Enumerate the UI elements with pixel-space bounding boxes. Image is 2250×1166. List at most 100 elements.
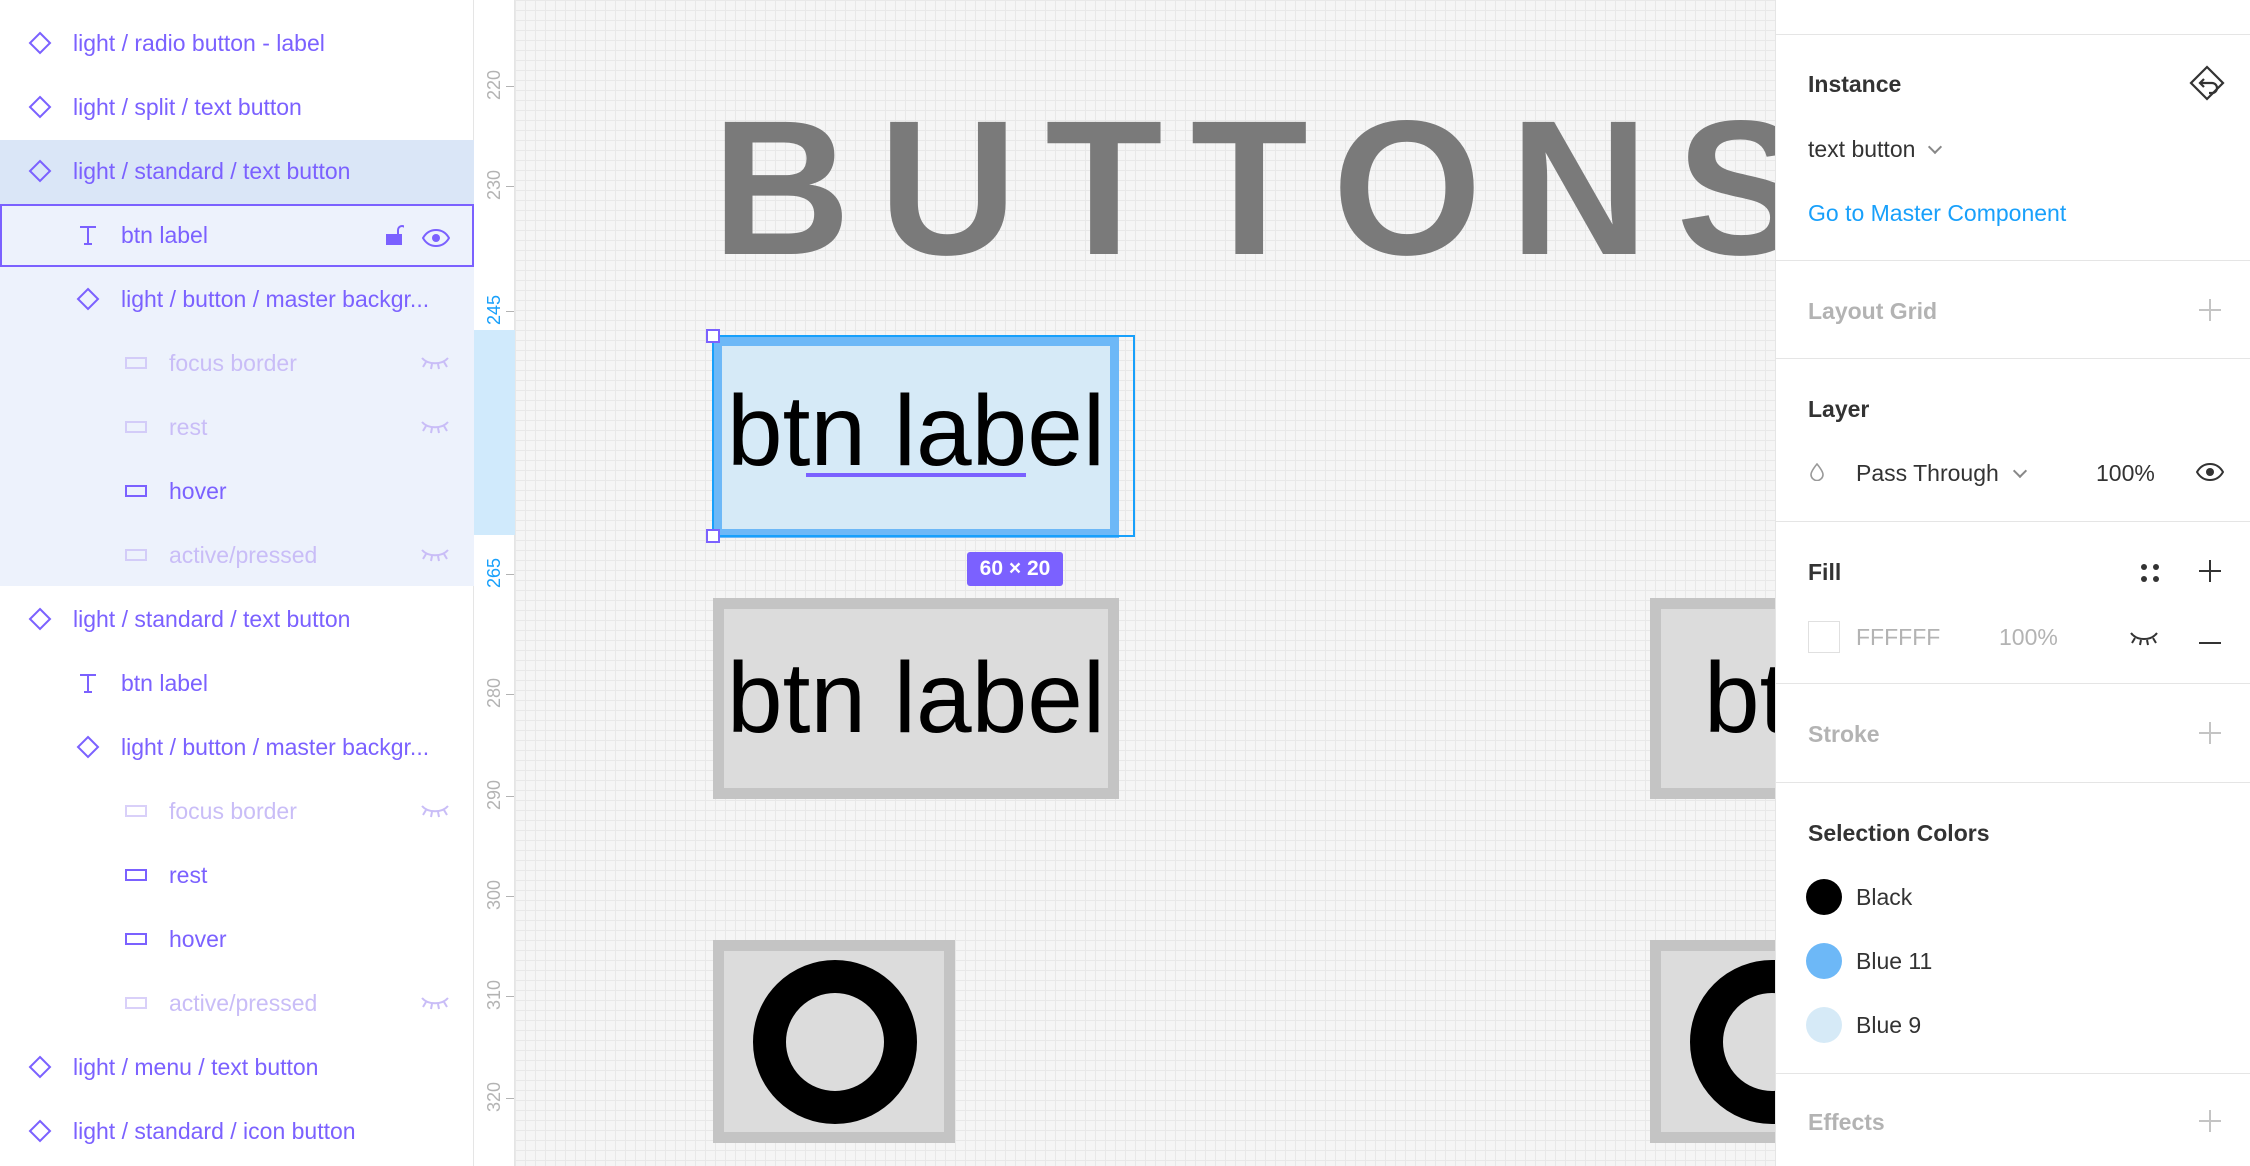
layer-label: focus border [169,797,297,824]
layer-row[interactable]: active/pressed [0,971,474,1035]
layer-row[interactable]: rest [0,843,474,907]
fill-hex-input[interactable]: FFFFFF [1856,624,1940,651]
layer-section: Layer Pass Through 100% [1776,358,2250,521]
layer-label: rest [169,413,208,440]
resize-handle-bl[interactable] [706,529,720,543]
layer-row[interactable]: light / standard / text button [0,587,474,651]
hidden-eye-icon[interactable] [420,356,450,370]
button-rest[interactable]: btn label [713,598,1119,799]
effects-section: Effects [1776,1073,2250,1166]
selection-color-name: Blue 11 [1856,948,1933,974]
rectangle-icon [123,350,149,376]
buttons-heading: BUTTONS [712,80,1775,295]
size-badge: 60 × 20 [967,552,1063,586]
layer-label: active/pressed [169,989,318,1016]
layer-row[interactable]: light / standard / text button [0,139,474,203]
layer-label: light / standard / text button [73,605,351,632]
layer-opacity-input[interactable]: 100% [2096,460,2155,487]
layer-row[interactable]: focus border [0,779,474,843]
selection-color-swatch[interactable] [1806,1007,1842,1043]
layer-label: light / radio button - label [73,29,325,56]
layer-label: rest [169,861,208,888]
layer-visibility-eye-icon[interactable] [2195,462,2225,482]
ruler-tick [506,796,514,797]
selection-color-swatch[interactable] [1806,879,1842,915]
layer-row[interactable]: active/pressed [0,523,474,587]
hidden-eye-icon[interactable] [420,548,450,562]
resize-handle-tl[interactable] [706,329,720,343]
layer-label: light / split / text button [73,93,302,120]
remove-fill-icon[interactable] [2199,642,2221,644]
ruler-tick [506,86,514,87]
layer-label: hover [169,477,227,504]
chevron-down-icon [1927,139,1942,155]
layer-row[interactable]: light / standard / icon button [0,1099,474,1163]
component-icon [27,94,53,120]
layer-row[interactable]: light / radio button - label [0,11,474,75]
add-fill-icon[interactable] [2199,560,2221,582]
canvas[interactable]: BUTTONS btn label 60 × 20 btn label bt [515,0,1775,1166]
ruler-label: 310 [484,979,504,1010]
layer-row[interactable]: focus border [0,331,474,395]
button-partial[interactable]: bt [1650,598,1775,799]
layer-label: light / button / master backgr... [121,285,430,312]
blend-mode-value: Pass Through [1856,460,1999,486]
add-effect-icon[interactable] [2199,1110,2221,1132]
stroke-title: Stroke [1808,721,1880,747]
add-layout-grid-icon[interactable] [2199,299,2221,321]
ruler-label: 265 [484,557,504,588]
fill-hidden-eye-icon[interactable] [2129,630,2159,646]
instance-title: Instance [1808,71,1902,97]
component-icon [27,606,53,632]
selection-color-swatch[interactable] [1806,943,1842,979]
ruler-label: 230 [484,169,504,200]
radio-button-frame[interactable] [713,940,955,1143]
layer-row-actions [384,224,451,248]
layer-row[interactable]: light / button / master backgr... [0,267,474,331]
layout-grid-title: Layout Grid [1808,298,1938,324]
layer-label: light / menu / text button [73,1053,319,1080]
layer-row[interactable]: light / split / text button [0,75,474,139]
unlock-icon[interactable] [384,224,407,246]
panel-top-divider [1776,34,2250,35]
layer-row[interactable]: rest [0,395,474,459]
fill-opacity-input[interactable]: 100% [1999,624,2058,651]
stroke-section: Stroke [1776,683,2250,782]
blend-mode-dropdown[interactable]: Pass Through [1856,460,2028,487]
layer-row[interactable]: light / button / master backgr... [0,715,474,779]
layer-label: light / standard / text button [73,157,351,184]
reset-instance-icon[interactable] [2188,64,2226,102]
text-icon [75,222,101,248]
hidden-eye-icon[interactable] [420,420,450,434]
component-icon [27,30,53,56]
layer-row[interactable]: light / menu / text button [0,1035,474,1099]
chevron-down-icon [2013,463,2028,479]
component-icon [27,1054,53,1080]
radio-button-partial[interactable] [1650,940,1775,1143]
ruler-label: 245 [484,294,504,325]
go-to-master-link[interactable]: Go to Master Component [1808,200,2066,227]
component-name-dropdown[interactable]: text button [1808,136,1942,163]
rectangle-icon [123,478,149,504]
ruler-label: 300 [484,879,504,910]
layer-row[interactable]: btn label [0,651,474,715]
fill-color-swatch[interactable] [1808,621,1840,653]
ruler-tick [506,574,514,575]
hidden-eye-icon[interactable] [420,804,450,818]
visibility-eye-icon[interactable] [421,226,451,248]
layer-row[interactable]: hover [0,459,474,523]
layer-row[interactable]: btn label [0,203,474,267]
layer-row[interactable]: hover [0,907,474,971]
layer-label: btn label [121,669,208,696]
ruler-tick [506,186,514,187]
rectangle-icon [123,414,149,440]
hidden-eye-icon[interactable] [420,996,450,1010]
layers-panel: light / radio button - label light / spli… [0,0,474,1166]
styles-grid-icon[interactable] [2139,562,2161,584]
fill-title: Fill [1808,559,1842,585]
layer-label: focus border [169,349,297,376]
add-stroke-icon[interactable] [2199,722,2221,744]
layer-label: btn label [121,221,208,248]
rectangle-icon [123,798,149,824]
fill-section: Fill FFFFFF 100% [1776,521,2250,683]
